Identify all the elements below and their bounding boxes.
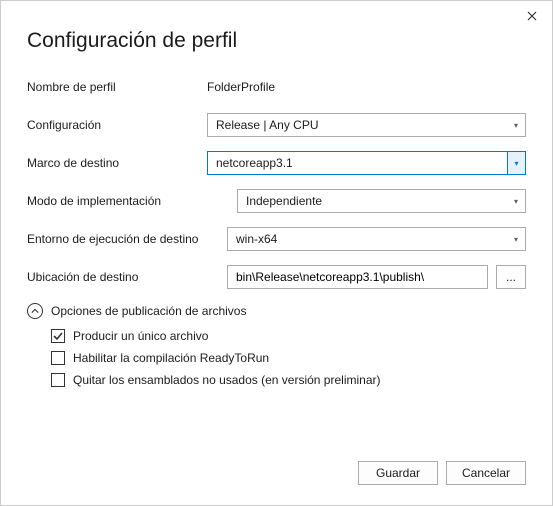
row-target-framework: Marco de destino netcoreapp3.1 ▾ xyxy=(27,151,526,175)
select-target-runtime-value: win-x64 xyxy=(236,232,277,246)
checkbox-single-file-label: Producir un único archivo xyxy=(73,329,208,343)
label-target-framework: Marco de destino xyxy=(27,156,207,170)
value-profile-name: FolderProfile xyxy=(207,78,526,96)
row-target-location: Ubicación de destino ... xyxy=(27,265,526,289)
checkbox-ready-to-run[interactable]: Habilitar la compilación ReadyToRun xyxy=(51,351,526,365)
select-deployment-mode-value: Independiente xyxy=(246,194,322,208)
cancel-button-label: Cancelar xyxy=(462,466,510,480)
dialog-footer: Guardar Cancelar xyxy=(358,461,526,485)
row-profile-name: Nombre de perfil FolderProfile xyxy=(27,75,526,99)
file-publish-options-expander[interactable]: Opciones de publicación de archivos xyxy=(27,303,526,319)
expander-label: Opciones de publicación de archivos xyxy=(51,304,246,318)
checkbox-icon xyxy=(51,373,65,387)
select-target-framework-value: netcoreapp3.1 xyxy=(216,156,293,170)
browse-button-label: ... xyxy=(506,270,516,284)
select-configuration-value: Release | Any CPU xyxy=(216,118,319,132)
page-title: Configuración de perfil xyxy=(27,29,526,53)
label-target-location: Ubicación de destino xyxy=(27,270,227,284)
browse-button[interactable]: ... xyxy=(496,265,526,289)
checkbox-trim-unused-label: Quitar los ensamblados no usados (en ver… xyxy=(73,373,380,387)
checkbox-icon xyxy=(51,351,65,365)
file-publish-options-group: Producir un único archivo Habilitar la c… xyxy=(51,329,526,387)
chevron-down-icon: ▾ xyxy=(507,152,525,174)
cancel-button[interactable]: Cancelar xyxy=(446,461,526,485)
profile-settings-dialog: Configuración de perfil Nombre de perfil… xyxy=(0,0,553,506)
checkbox-single-file[interactable]: Producir un único archivo xyxy=(51,329,526,343)
select-target-framework[interactable]: netcoreapp3.1 ▾ xyxy=(207,151,526,175)
select-configuration[interactable]: Release | Any CPU ▾ xyxy=(207,113,526,137)
checkbox-icon xyxy=(51,329,65,343)
label-deployment-mode: Modo de implementación xyxy=(27,194,237,208)
select-deployment-mode[interactable]: Independiente ▾ xyxy=(237,189,526,213)
chevron-down-icon: ▾ xyxy=(507,228,525,250)
input-target-location[interactable] xyxy=(227,265,488,289)
chevron-up-circle-icon xyxy=(27,303,43,319)
save-button-label: Guardar xyxy=(376,466,420,480)
chevron-down-icon: ▾ xyxy=(507,190,525,212)
row-target-runtime: Entorno de ejecución de destino win-x64 … xyxy=(27,227,526,251)
checkbox-ready-to-run-label: Habilitar la compilación ReadyToRun xyxy=(73,351,269,365)
checkbox-trim-unused[interactable]: Quitar los ensamblados no usados (en ver… xyxy=(51,373,526,387)
label-profile-name: Nombre de perfil xyxy=(27,80,207,94)
select-target-runtime[interactable]: win-x64 ▾ xyxy=(227,227,526,251)
close-icon[interactable] xyxy=(524,9,540,25)
row-deployment-mode: Modo de implementación Independiente ▾ xyxy=(27,189,526,213)
label-configuration: Configuración xyxy=(27,118,207,132)
label-target-runtime: Entorno de ejecución de destino xyxy=(27,232,227,246)
save-button[interactable]: Guardar xyxy=(358,461,438,485)
chevron-down-icon: ▾ xyxy=(507,114,525,136)
row-configuration: Configuración Release | Any CPU ▾ xyxy=(27,113,526,137)
